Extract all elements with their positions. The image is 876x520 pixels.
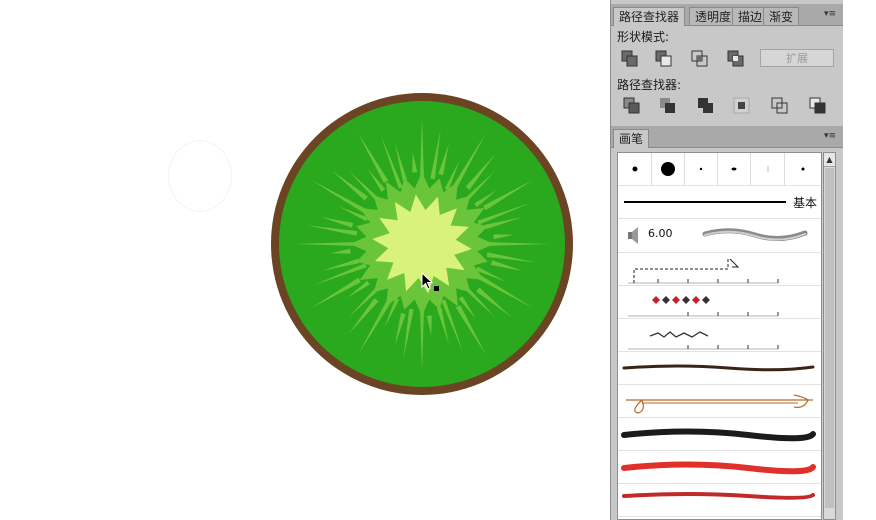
shape-modes-label: 形状模式: <box>617 30 670 44</box>
mouse-pointer-icon <box>421 272 439 291</box>
basic-brush-label: 基本 <box>792 196 817 210</box>
pathfinder-tabstrip: 路径查找器 透明度 描边 渐变 ▾≡ <box>611 4 843 26</box>
crop-icon[interactable] <box>733 97 751 115</box>
brush-panel-menu-button[interactable]: ▾≡ <box>822 131 838 142</box>
charcoal-brush-row[interactable] <box>618 352 821 385</box>
brush-dot-point[interactable] <box>785 153 821 185</box>
tool-panel-dock: 路径查找器 透明度 描边 渐变 ▾≡ 形状模式: 扩展 路径查找器: 画笔 ▾≡ <box>610 0 843 520</box>
kiwi-slice-artwork[interactable] <box>0 0 610 520</box>
tab-transparency[interactable]: 透明度 <box>689 7 738 25</box>
unite-icon[interactable] <box>621 50 639 68</box>
right-gutter <box>843 0 876 520</box>
minus-front-icon[interactable] <box>655 50 673 68</box>
dry-black-brush-row[interactable] <box>618 418 821 451</box>
brush-tabstrip: 画笔 ▾≡ <box>611 126 843 148</box>
outline-icon[interactable] <box>771 97 789 115</box>
brush-dot-tiny[interactable] <box>685 153 718 185</box>
expand-button[interactable]: 扩展 <box>760 49 834 67</box>
minus-back-icon[interactable] <box>809 97 827 115</box>
trim-icon[interactable] <box>659 97 677 115</box>
brush-list-scrollbar[interactable]: ▲ <box>823 152 836 520</box>
brush-dot-thin[interactable] <box>751 153 785 185</box>
brush-library-list[interactable]: 基本 6.00 <box>617 152 822 520</box>
arrow-art-brush-row[interactable] <box>618 385 821 418</box>
scroll-up-arrow-icon[interactable]: ▲ <box>824 153 835 167</box>
dry-red-brush-row[interactable] <box>618 451 821 484</box>
exclude-icon[interactable] <box>727 50 745 68</box>
brush-dot-small[interactable] <box>618 153 652 185</box>
bristle-value-label: 6.00 <box>648 227 673 240</box>
tab-brushes[interactable]: 画笔 <box>613 129 650 148</box>
artboard-canvas[interactable] <box>0 0 610 520</box>
diamond-pattern-brush-row[interactable] <box>618 286 821 319</box>
pathfinders-label: 路径查找器: <box>617 78 682 92</box>
tab-gradient[interactable]: 渐变 <box>763 7 800 25</box>
tab-pathfinder[interactable]: 路径查找器 <box>613 7 686 26</box>
pattern-arrow-brush-row[interactable] <box>618 253 821 286</box>
dry-darkred-brush-row[interactable] <box>618 484 821 517</box>
brush-dot-large[interactable] <box>652 153 685 185</box>
bristle-brush-row[interactable]: 6.00 <box>618 219 821 253</box>
scroll-thumb[interactable] <box>825 168 834 508</box>
basic-brush-row[interactable]: 基本 <box>618 186 821 219</box>
merge-icon[interactable] <box>697 97 715 115</box>
divide-icon[interactable] <box>623 97 641 115</box>
sketch-pattern-brush-row[interactable] <box>618 319 821 352</box>
brush-dot-oval[interactable] <box>718 153 751 185</box>
panel-menu-button[interactable]: ▾≡ <box>822 9 838 20</box>
speaker-icon <box>628 227 638 244</box>
calligraphic-brush-row <box>618 153 821 186</box>
intersect-icon[interactable] <box>691 50 709 68</box>
